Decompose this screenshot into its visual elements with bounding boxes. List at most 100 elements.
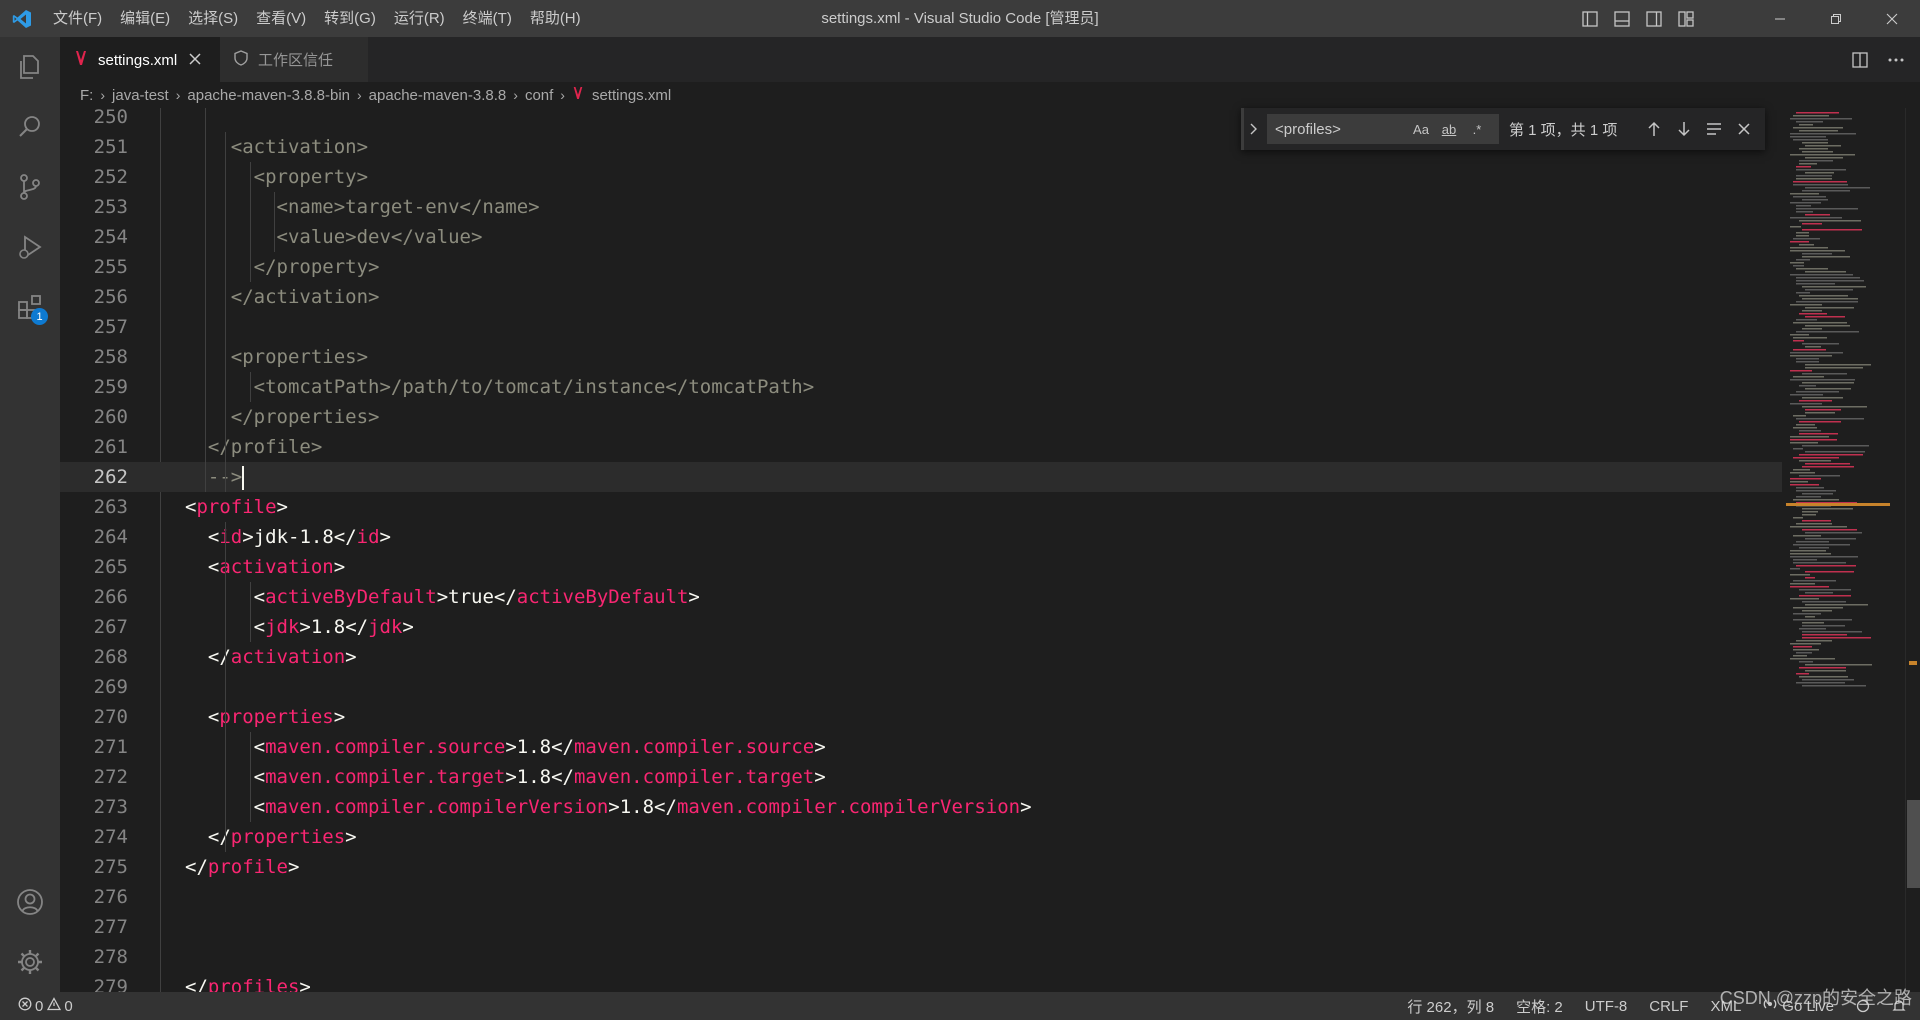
minimize-icon[interactable] (1752, 0, 1808, 37)
indentation[interactable]: 空格: 2 (1516, 996, 1563, 1017)
find-in-selection-icon[interactable] (1699, 114, 1729, 144)
minimap-line (1790, 442, 1818, 444)
source-control-icon[interactable] (0, 157, 60, 217)
code-line[interactable]: 276 (60, 882, 1782, 912)
code-text: </profile> (185, 856, 300, 878)
encoding[interactable]: UTF-8 (1585, 998, 1628, 1015)
manage-gear-icon[interactable] (0, 932, 60, 992)
toggle-secondary-sidebar-icon[interactable] (1638, 0, 1670, 37)
code-line[interactable]: 261 </profile> (60, 432, 1782, 462)
minimap-line (1796, 175, 1832, 177)
feedback-icon[interactable] (1856, 999, 1870, 1013)
code-line[interactable]: 255 </property> (60, 252, 1782, 282)
tab-workspace-trust[interactable]: 工作区信任 (220, 37, 368, 82)
code-line[interactable]: 268 </activation> (60, 642, 1782, 672)
code-line[interactable]: 259 <tomcatPath>/path/to/tomcat/instance… (60, 372, 1782, 402)
cursor-position[interactable]: 行 262，列 8 (1407, 996, 1494, 1017)
minimap-line (1799, 148, 1828, 150)
code-line[interactable]: 257 (60, 312, 1782, 342)
code-line[interactable]: 262 --> (60, 462, 1782, 492)
menu-file[interactable]: 文件(F) (44, 0, 111, 37)
minimap-line (1802, 520, 1831, 522)
notifications-bell-icon[interactable] (1892, 999, 1906, 1013)
code-line[interactable]: 265 <activation> (60, 552, 1782, 582)
minimap-line (1790, 550, 1826, 552)
code-text: </properties> (207, 826, 357, 848)
menu-edit[interactable]: 编辑(E) (111, 0, 179, 37)
breadcrumb-conf[interactable]: conf (525, 87, 553, 104)
menu-view[interactable]: 查看(V) (247, 0, 315, 37)
more-actions-icon[interactable] (1880, 37, 1912, 82)
text-cursor (242, 465, 245, 490)
menu-help[interactable]: 帮助(H) (521, 0, 590, 37)
code-line[interactable]: 271 <maven.compiler.source>1.8</maven.co… (60, 732, 1782, 762)
close-find-icon[interactable] (1729, 114, 1759, 144)
toggle-panel-icon[interactable] (1606, 0, 1638, 37)
code-line[interactable]: 252 <property> (60, 162, 1782, 192)
vscode-logo-icon[interactable] (0, 0, 44, 37)
code-line[interactable]: 256 </activation> (60, 282, 1782, 312)
code-line[interactable]: 263 <profile> (60, 492, 1782, 522)
use-regex-toggle[interactable]: .* (1463, 117, 1491, 141)
indent-guide (250, 372, 251, 402)
minimap-line (1793, 415, 1806, 417)
code-line[interactable]: 260 </properties> (60, 402, 1782, 432)
restore-icon[interactable] (1808, 0, 1864, 37)
breadcrumb-file[interactable]: settings.xml (592, 87, 671, 104)
run-debug-icon[interactable] (0, 217, 60, 277)
code-line[interactable]: 253 <name>target-env</name> (60, 192, 1782, 222)
code-line[interactable]: 266 <activeByDefault>true</activeByDefau… (60, 582, 1782, 612)
previous-match-arrow-up-icon[interactable] (1639, 114, 1669, 144)
find-input[interactable] (1267, 120, 1407, 138)
code-line[interactable]: 273 <maven.compiler.compilerVersion>1.8<… (60, 792, 1782, 822)
breadcrumb-drive[interactable]: F: (80, 87, 93, 104)
code-line[interactable]: 279 </profiles> (60, 972, 1782, 992)
menu-go[interactable]: 转到(G) (315, 0, 385, 37)
code-line[interactable]: 272 <maven.compiler.target>1.8</maven.co… (60, 762, 1782, 792)
end-of-line[interactable]: CRLF (1649, 998, 1688, 1015)
extensions-icon[interactable]: 1 (0, 277, 60, 337)
code-line[interactable]: 269 (60, 672, 1782, 702)
line-number: 277 (93, 916, 128, 938)
match-case-toggle[interactable]: Aa (1407, 117, 1435, 141)
search-icon[interactable] (0, 97, 60, 157)
code-line[interactable]: 275 </profile> (60, 852, 1782, 882)
tab-settings-xml[interactable]: settings.xml (60, 37, 220, 82)
accounts-icon[interactable] (0, 872, 60, 932)
problems-status[interactable]: 0 0 (18, 997, 73, 1015)
breadcrumb-maven-bin[interactable]: apache-maven-3.8.8-bin (187, 87, 350, 104)
match-whole-word-toggle[interactable]: ab (1435, 117, 1463, 141)
code-line[interactable]: 254 <value>dev</value> (60, 222, 1782, 252)
minimap-line (1799, 421, 1841, 423)
scrollbar-thumb[interactable] (1907, 800, 1920, 888)
explorer-icon[interactable] (0, 37, 60, 97)
breadcrumb-maven[interactable]: apache-maven-3.8.8 (369, 87, 507, 104)
close-tab-icon[interactable] (189, 52, 201, 69)
code-line[interactable]: 264 <id>jdk-1.8</id> (60, 522, 1782, 552)
code-editor[interactable]: 250 251 <activation> 252 <property> 253 <na… (60, 108, 1920, 992)
code-line[interactable]: 258 <properties> (60, 342, 1782, 372)
breadcrumb-java-test[interactable]: java-test (112, 87, 169, 104)
language-mode[interactable]: XML (1710, 998, 1741, 1015)
match-status: 第 1 项，共 1 项 (1509, 121, 1618, 139)
code-line[interactable]: 274 </properties> (60, 822, 1782, 852)
split-editor-icon[interactable] (1844, 37, 1876, 82)
code-line[interactable]: 277 (60, 912, 1782, 942)
code-line[interactable]: 278 (60, 942, 1782, 972)
menu-terminal[interactable]: 终端(T) (454, 0, 521, 37)
minimap-line (1793, 580, 1836, 582)
warning-icon (47, 997, 62, 1015)
toggle-primary-sidebar-icon[interactable] (1574, 0, 1606, 37)
code-line[interactable]: 270 <properties> (60, 702, 1782, 732)
next-match-arrow-down-icon[interactable] (1669, 114, 1699, 144)
minimap-line (1805, 532, 1862, 534)
close-window-icon[interactable] (1864, 0, 1920, 37)
go-live-button[interactable]: Go Live (1763, 997, 1834, 1015)
toggle-replace-chevron-icon[interactable] (1241, 108, 1263, 150)
menu-selection[interactable]: 选择(S) (179, 0, 247, 37)
menu-run[interactable]: 运行(R) (385, 0, 454, 37)
customize-layout-icon[interactable] (1670, 0, 1702, 37)
vertical-scrollbar[interactable] (1905, 108, 1920, 992)
code-line[interactable]: 267 <jdk>1.8</jdk> (60, 612, 1782, 642)
minimap[interactable] (1786, 108, 1890, 992)
